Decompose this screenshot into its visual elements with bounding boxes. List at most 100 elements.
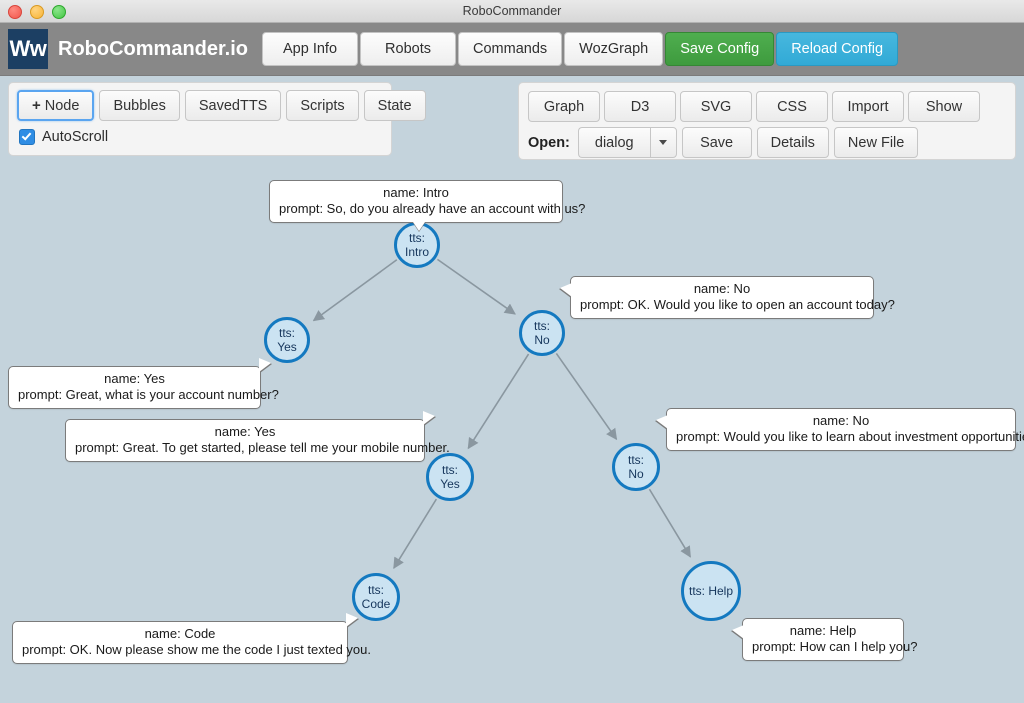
tooltip-prompt-line: prompt: Great, what is your account numb… [18,387,279,402]
graph-node-label: tts: Yes [440,463,460,491]
graph-node-label: tts: No [628,453,644,481]
graph-edge-no2-to-help [648,488,691,558]
graph-edge-intro-to-no1 [436,258,516,315]
nav-button-save-config[interactable]: Save Config [665,32,775,66]
tooltip-name-line: name: Yes [214,424,276,439]
tab-label: State [377,97,412,114]
window-title: RoboCommander [462,4,562,18]
node-label-line1: tts: [533,319,550,333]
export-button-d3[interactable]: D3 [604,91,676,122]
file-select[interactable]: dialog [577,127,677,158]
file-select-value[interactable]: dialog [577,127,650,158]
node-label-line1: tts: [441,463,458,477]
tab-node[interactable]: + Node [17,90,95,121]
tooltip-name-line: name: No [693,281,751,296]
node-tools-tabs: + Node Bubbles SavedTTS Scripts State [17,90,426,121]
graph-canvas[interactable]: tts: Intro tts: Yes tts: No tts: Yes tts: No tts: C… [0,166,1024,703]
tab-state[interactable]: State [363,90,426,121]
nav-button-reload-config[interactable]: Reload Config [776,32,899,66]
tab-label: Scripts [300,97,345,114]
graph-edge-yes2-to-code [393,498,438,570]
graph-node-yes1[interactable]: tts: Yes [264,317,310,363]
graph-node-no1[interactable]: tts: No [519,310,565,356]
tooltip-pointer [423,411,435,425]
graph-edge-intro-to-yes1 [312,259,398,322]
tooltip-prompt-line: prompt: Would you like to learn about in… [676,429,1024,444]
node-tools-panel: + Node Bubbles SavedTTS Scripts State AutoScr… [8,82,426,156]
graph-node-code[interactable]: tts: Code [352,573,400,621]
tooltip-name-line: name: Help [789,623,857,638]
file-button-new-file[interactable]: New File [833,127,919,158]
tooltip-no2: name: No prompt: Would you like to learn … [656,408,1024,451]
export-button-import[interactable]: Import [832,91,904,122]
export-button-graph[interactable]: Graph [528,91,600,122]
tooltip-name-line: name: Code [144,626,216,641]
tooltip-pointer [732,625,744,639]
export-button-svg[interactable]: SVG [680,91,752,122]
graph-edge-no1-to-yes2 [467,353,530,450]
graph-node-help[interactable]: tts: Help [681,561,741,621]
tooltip-no1: name: No prompt: OK. Would you like to op… [560,276,895,319]
tooltip-prompt-line: prompt: Great. To get started, please te… [75,440,450,455]
minimize-button[interactable] [30,5,44,19]
open-label: Open: [528,134,570,151]
chevron-down-icon[interactable] [649,127,677,158]
node-label-line1: tts: [627,453,644,467]
tab-bubbles[interactable]: Bubbles [99,90,180,121]
window-controls [8,5,66,19]
tooltip-name-line: name: No [812,413,870,428]
export-button-css[interactable]: CSS [756,91,828,122]
tooltip-name-line: name: Intro [383,185,449,200]
graph-node-label: tts: Help [689,584,733,598]
brand-title: RoboCommander.io [58,37,249,60]
tooltip-pointer [656,415,668,429]
node-label-line2: Yes [277,340,297,354]
nav-button-app-info[interactable]: App Info [262,32,359,66]
app-header: Ww RoboCommander.io App Info Robots Comman… [0,23,1024,76]
window-titlebar: RoboCommander [0,0,1024,23]
graph-node-label: tts: Intro [405,231,429,259]
node-label-line2: Intro [404,245,429,259]
tab-savedtts[interactable]: SavedTTS [184,90,282,121]
node-label-line1: tts: Help [688,584,733,598]
graph-node-yes2[interactable]: tts: Yes [426,453,474,501]
node-label-line2: Yes [440,477,460,491]
nav-button-robots[interactable]: Robots [360,32,457,66]
tooltip-yes1: name: Yes prompt: Great, what is your acc… [8,358,279,409]
export-button-show[interactable]: Show [908,91,980,122]
tooltip-prompt-line: prompt: OK. Would you like to open an ac… [580,297,895,312]
tooltip-prompt-line: prompt: OK. Now please show me the code … [22,642,372,657]
tooltip-name-line: name: Yes [104,371,165,386]
app-logo: Ww [8,29,48,69]
tooltip-intro: name: Intro prompt: So, do you already ha… [269,180,586,231]
nav-button-wozgraph[interactable]: WozGraph [564,32,664,66]
file-button-save[interactable]: Save [681,127,752,158]
export-tools-panel: Graph D3 SVG CSS Import Show Open: dialog Sav… [518,82,1016,160]
nav-button-commands[interactable]: Commands [458,32,563,66]
file-action-buttons: Save Details New File [681,127,919,158]
tooltip-prompt-line: prompt: How can I help you? [752,639,918,654]
graph-edge-no1-to-no2 [555,353,618,441]
file-button-details[interactable]: Details [756,127,829,158]
tab-scripts[interactable]: Scripts [286,90,359,121]
maximize-button[interactable] [52,5,66,19]
node-label-line1: tts: [278,326,295,340]
autoscroll-row[interactable]: AutoScroll [19,129,108,145]
graph-node-label: tts: Code [362,583,391,611]
tooltip-pointer [413,222,425,231]
tooltip-code: name: Code prompt: OK. Now please show me… [12,613,372,664]
autoscroll-checkbox[interactable] [19,129,35,145]
autoscroll-label: AutoScroll [42,129,109,145]
tooltip-yes2: name: Yes prompt: Great. To get started, … [65,411,450,462]
plus-icon: + [32,97,41,114]
node-label-line2: No [534,333,550,347]
tab-label: Bubbles [113,97,166,114]
tooltip-prompt-line: prompt: So, do you already have an accou… [279,201,586,216]
tooltip-pointer [259,358,271,372]
tooltip-pointer [346,613,358,627]
tooltip-pointer [560,283,572,297]
graph-node-no2[interactable]: tts: No [612,443,660,491]
tab-label: Node [44,97,80,114]
close-button[interactable] [8,5,22,19]
export-buttons-row: Graph D3 SVG CSS Import Show [528,91,980,122]
